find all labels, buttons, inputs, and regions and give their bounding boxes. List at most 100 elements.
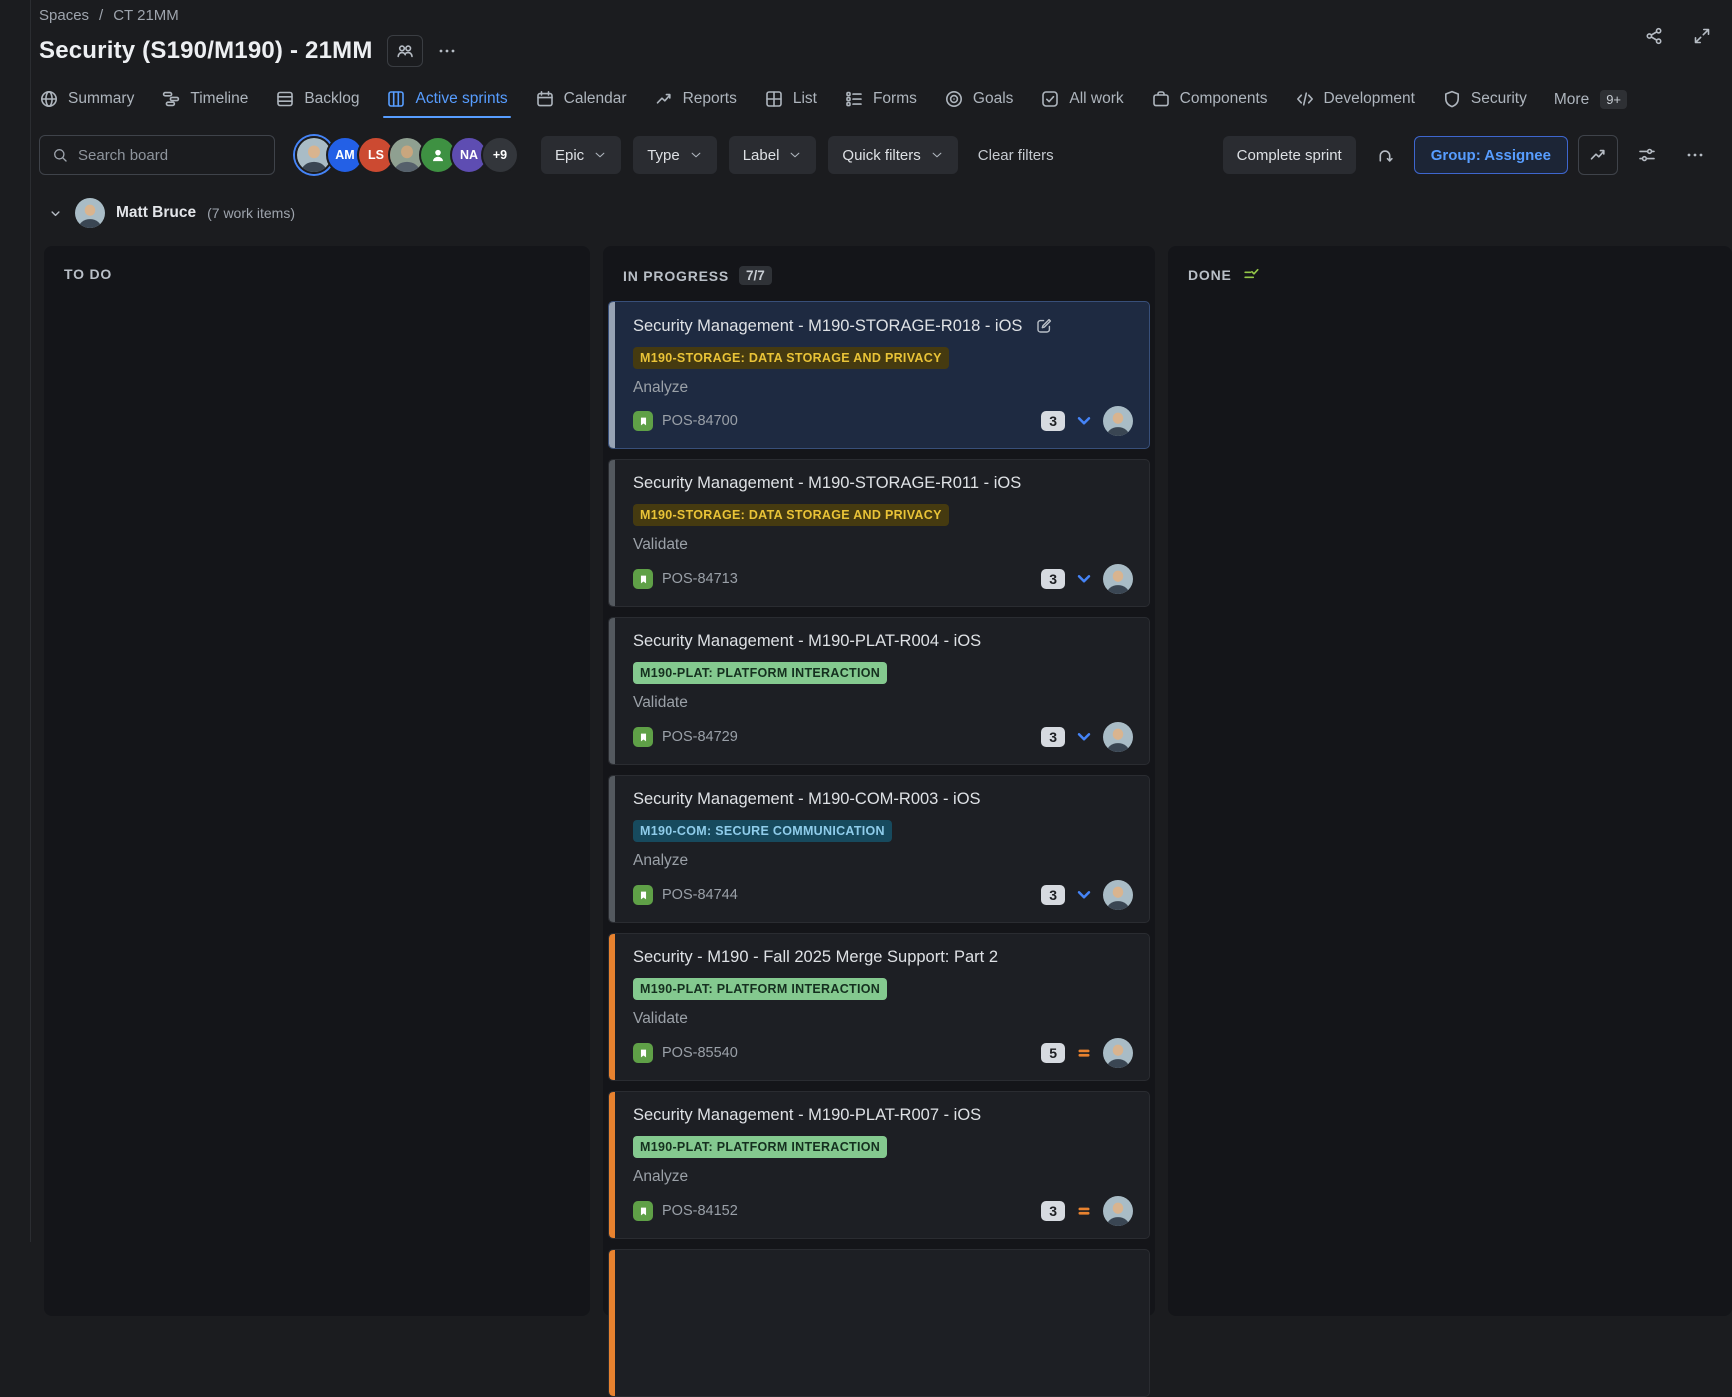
tab-reports[interactable]: Reports [654, 89, 737, 118]
search-placeholder: Search board [78, 147, 168, 164]
assignee-avatar[interactable] [1103, 564, 1133, 594]
card-title: Security - M190 - Fall 2025 Merge Suppor… [633, 948, 998, 967]
list-icon [764, 89, 784, 109]
timeline-icon [161, 89, 181, 109]
board-card[interactable]: Security - M190 - Fall 2025 Merge Suppor… [608, 933, 1150, 1081]
story-type-icon [633, 727, 653, 747]
view-settings-icon[interactable] [1628, 136, 1666, 174]
tab-active-sprints[interactable]: Active sprints [386, 89, 507, 118]
title-more-options-icon[interactable] [437, 41, 457, 61]
components-icon [1151, 89, 1171, 109]
tab-more[interactable]: More 9+ [1554, 90, 1627, 118]
tab-goals[interactable]: Goals [944, 89, 1014, 118]
board: TO DO IN PROGRESS 7/7 Security Managemen… [31, 230, 1732, 1316]
tab-bar: Summary Timeline Backlog Active sprints Cale… [31, 70, 1732, 118]
issue-key: POS-84744 [662, 887, 738, 903]
chart-icon[interactable] [1578, 135, 1618, 175]
tab-development[interactable]: Development [1295, 89, 1415, 118]
clear-filters-button[interactable]: Clear filters [978, 147, 1054, 164]
tab-forms[interactable]: Forms [844, 89, 917, 118]
card-label-chip: M190-STORAGE: DATA STORAGE AND PRIVACY [633, 504, 949, 526]
search-icon [52, 147, 69, 164]
column-title: TO DO [64, 266, 112, 282]
card-title: Security Management - M190-STORAGE-R011 … [633, 474, 1021, 493]
card-label-chip: M190-PLAT: PLATFORM INTERACTION [633, 1136, 887, 1158]
board-card[interactable] [608, 1249, 1150, 1397]
card-footer: POS-84152 3 [633, 1196, 1133, 1226]
assignee-avatar[interactable] [1103, 722, 1133, 752]
allwork-icon [1040, 89, 1060, 109]
group-avatar [75, 198, 105, 228]
filter-type-dropdown[interactable]: Type [633, 136, 717, 174]
globe-icon [39, 89, 59, 109]
card-footer: POS-84744 3 [633, 880, 1133, 910]
insights-icon[interactable] [1366, 136, 1404, 174]
card-accent-bar [609, 1250, 615, 1396]
filter-bar: Search board AMLSNA+9 EpicTypeLabelQuick… [31, 118, 1732, 176]
breadcrumb-separator: / [99, 7, 103, 24]
avatar-overflow-count[interactable]: +9 [481, 136, 519, 174]
assignee-group-header[interactable]: Matt Bruce (7 work items) [31, 176, 1732, 230]
development-icon [1295, 89, 1315, 109]
card-footer: POS-84729 3 [633, 722, 1133, 752]
card-title: Security Management - M190-PLAT-R007 - i… [633, 1106, 981, 1125]
priority-low-icon [1074, 569, 1094, 589]
assignee-avatar[interactable] [1103, 406, 1133, 436]
estimate-badge: 3 [1041, 411, 1065, 431]
goals-icon [944, 89, 964, 109]
filter-epic-dropdown[interactable]: Epic [541, 136, 621, 174]
card-label-chip: M190-PLAT: PLATFORM INTERACTION [633, 978, 887, 1000]
tab-list[interactable]: List [764, 89, 817, 118]
column-header-todo: TO DO [44, 246, 590, 298]
card-label-chip: M190-PLAT: PLATFORM INTERACTION [633, 662, 887, 684]
fullscreen-icon[interactable] [1692, 26, 1712, 46]
breadcrumb-project[interactable]: CT 21MM [113, 7, 179, 24]
tab-timeline[interactable]: Timeline [161, 89, 248, 118]
title-row: Security (S190/M190) - 21MM [31, 24, 1732, 70]
tab-security[interactable]: Security [1442, 89, 1527, 118]
tab-summary[interactable]: Summary [39, 89, 134, 118]
breadcrumb: Spaces / CT 21MM [31, 0, 1732, 24]
tab-backlog[interactable]: Backlog [275, 89, 359, 118]
page-title: Security (S190/M190) - 21MM [39, 37, 373, 65]
edit-icon[interactable] [1034, 316, 1054, 336]
tab-all-work[interactable]: All work [1040, 89, 1123, 118]
board-people-button[interactable] [387, 35, 423, 67]
card-status: Analyze [633, 852, 1133, 870]
filter-label-dropdown[interactable]: Label [729, 136, 817, 174]
filter-quick-filters-dropdown[interactable]: Quick filters [828, 136, 957, 174]
board-card[interactable]: Security Management - M190-PLAT-R007 - i… [608, 1091, 1150, 1239]
tab-calendar[interactable]: Calendar [535, 89, 627, 118]
group-work-item-count: (7 work items) [207, 205, 295, 221]
complete-sprint-button[interactable]: Complete sprint [1223, 136, 1356, 174]
card-title: Security Management - M190-PLAT-R004 - i… [633, 632, 981, 651]
search-input[interactable]: Search board [39, 135, 275, 175]
tab-components[interactable]: Components [1151, 89, 1268, 118]
card-accent-bar [609, 302, 615, 448]
card-accent-bar [609, 618, 615, 764]
story-type-icon [633, 411, 653, 431]
story-type-icon [633, 885, 653, 905]
card-title: Security Management - M190-STORAGE-R018 … [633, 317, 1022, 336]
board-card[interactable]: Security Management - M190-STORAGE-R011 … [608, 459, 1150, 607]
card-status: Validate [633, 694, 1133, 712]
share-icon[interactable] [1644, 26, 1664, 46]
card-label-chip: M190-STORAGE: DATA STORAGE AND PRIVACY [633, 347, 949, 369]
card-accent-bar [609, 776, 615, 922]
assignee-avatar[interactable] [1103, 1196, 1133, 1226]
column-done: DONE [1168, 246, 1732, 1316]
column-header-done: DONE [1168, 246, 1732, 300]
assignee-avatar[interactable] [1103, 880, 1133, 910]
board-more-options-icon[interactable] [1676, 136, 1714, 174]
group-by-button[interactable]: Group: Assignee [1414, 136, 1568, 174]
issue-key: POS-84700 [662, 413, 738, 429]
board-card[interactable]: Security Management - M190-STORAGE-R018 … [608, 301, 1150, 449]
chevron-down-icon [689, 148, 703, 162]
breadcrumb-spaces[interactable]: Spaces [39, 7, 89, 24]
column-todo: TO DO [44, 246, 590, 1316]
group-assignee-name: Matt Bruce [116, 204, 196, 222]
assignee-avatar[interactable] [1103, 1038, 1133, 1068]
board-card[interactable]: Security Management - M190-COM-R003 - iO… [608, 775, 1150, 923]
chevron-down-icon[interactable] [47, 205, 64, 222]
board-card[interactable]: Security Management - M190-PLAT-R004 - i… [608, 617, 1150, 765]
